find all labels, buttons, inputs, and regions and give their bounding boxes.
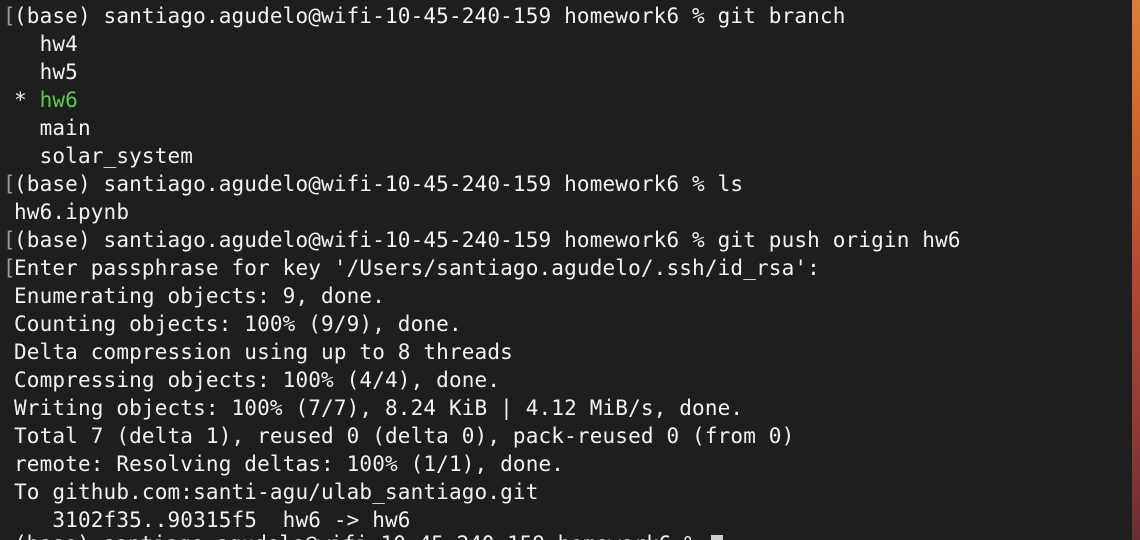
passphrase-line: [Enter passphrase for key '/Users/santia…	[3, 254, 820, 282]
bracket-marker: [	[3, 228, 16, 252]
current-branch-marker: *	[14, 88, 40, 112]
output-line: main	[14, 116, 91, 140]
output-line: hw4	[14, 32, 78, 56]
output-line: Compressing objects: 100% (4/4), done.	[14, 368, 501, 392]
output-line: solar_system	[14, 144, 194, 168]
current-branch-line: * hw6	[14, 86, 78, 114]
terminal-window[interactable]: [(base) santiago.agudelo@wifi-10-45-240-…	[0, 0, 1140, 540]
command-text: (base) santiago.agudelo@wifi-10-45-240-1…	[14, 228, 961, 252]
output-line: To github.com:santi-agu/ulab_santiago.gi…	[14, 480, 539, 504]
current-prompt-line[interactable]: (base) santiago.agudelo@wifi-10-45-240-1…	[14, 530, 724, 540]
output-line: Enumerating objects: 9, done.	[14, 284, 385, 308]
prompt-line: [(base) santiago.agudelo@wifi-10-45-240-…	[3, 170, 744, 198]
command-text: (base) santiago.agudelo@wifi-10-45-240-1…	[14, 172, 744, 196]
bracket-marker: [	[3, 256, 16, 280]
prompt-line: [(base) santiago.agudelo@wifi-10-45-240-…	[3, 2, 846, 30]
output-line: Writing objects: 100% (7/7), 8.24 KiB | …	[14, 396, 744, 420]
prompt-line: [(base) santiago.agudelo@wifi-10-45-240-…	[3, 226, 961, 254]
bracket-marker: [	[3, 172, 16, 196]
bracket-marker: [	[3, 4, 16, 28]
output-line: remote: Resolving deltas: 100% (1/1), do…	[14, 452, 565, 476]
output-line: hw5	[14, 60, 78, 84]
output-line: hw6.ipynb	[14, 200, 130, 224]
desktop-wallpaper-edge	[1132, 0, 1140, 540]
output-line: Delta compression using up to 8 threads	[14, 340, 513, 364]
current-prompt-text: (base) santiago.agudelo@wifi-10-45-240-1…	[14, 532, 709, 540]
passphrase-text: Enter passphrase for key '/Users/santiag…	[14, 256, 820, 280]
output-line: Counting objects: 100% (9/9), done.	[14, 312, 462, 336]
text-cursor	[711, 535, 724, 540]
command-text: (base) santiago.agudelo@wifi-10-45-240-1…	[14, 4, 846, 28]
current-branch-name: hw6	[39, 88, 78, 112]
output-line: Total 7 (delta 1), reused 0 (delta 0), p…	[14, 424, 795, 448]
